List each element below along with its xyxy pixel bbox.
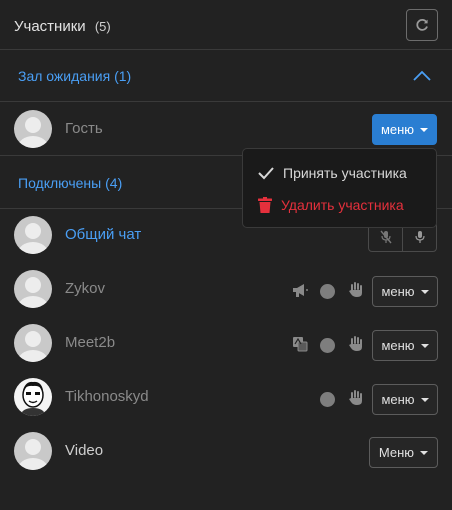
participant-name: Гость xyxy=(65,120,103,137)
menu-button-label: меню xyxy=(380,122,415,137)
caret-down-icon xyxy=(420,343,429,348)
participant-name: Video xyxy=(65,442,104,459)
menu-button-label: меню xyxy=(381,392,415,407)
hand-icon xyxy=(349,336,362,351)
menu-button-label: Меню xyxy=(378,445,415,460)
mic-icon xyxy=(414,231,425,243)
refresh-icon xyxy=(416,18,428,31)
status-dot xyxy=(320,392,335,407)
status-dot xyxy=(320,284,335,299)
waiting-room-title: Зал ожидания (1) xyxy=(18,68,132,84)
participant-dropdown-menu: Принять участника Удалить участника xyxy=(242,148,437,228)
participant-name: Zykov xyxy=(65,280,106,297)
caret-down-icon xyxy=(420,397,429,402)
avatar xyxy=(14,216,52,254)
chevron-up-icon[interactable] xyxy=(412,66,432,86)
accept-participant-label: Принять участника xyxy=(283,165,407,181)
list-item-zykov: Zykov меню xyxy=(0,262,452,316)
list-item-video: Video Меню xyxy=(0,424,452,478)
participants-title: Участники (5) xyxy=(14,18,111,35)
list-item-tikhonoskyd: Tikhonoskyd меню xyxy=(0,370,452,424)
participants-header: Участники (5) xyxy=(0,0,452,50)
meet2b-menu-button[interactable]: меню xyxy=(372,330,438,361)
caret-down-icon xyxy=(420,450,429,455)
zykov-menu-button[interactable]: меню xyxy=(372,276,438,307)
avatar xyxy=(14,270,52,308)
remove-participant-label: Удалить участника xyxy=(281,197,404,213)
mic-off-icon xyxy=(379,230,392,244)
remove-participant-item[interactable]: Удалить участника xyxy=(258,197,404,213)
hand-icon xyxy=(349,390,362,405)
megaphone-icon xyxy=(293,284,308,297)
menu-button-label: меню xyxy=(381,338,415,353)
avatar xyxy=(14,432,52,470)
guest-menu-button[interactable]: меню xyxy=(372,114,437,145)
list-item-meet2b: Meet2b меню xyxy=(0,316,452,370)
trash-icon xyxy=(258,197,272,213)
participant-name: Meet2b xyxy=(65,334,116,351)
participant-name: Общий чат xyxy=(65,226,142,243)
participants-title-label: Участники xyxy=(14,18,86,35)
connected-title: Подключены (4) xyxy=(18,175,123,191)
tikhonoskyd-menu-button[interactable]: меню xyxy=(372,384,438,415)
avatar xyxy=(14,324,52,362)
avatar xyxy=(14,378,52,416)
hand-icon xyxy=(349,282,362,297)
accept-participant-item[interactable]: Принять участника xyxy=(258,165,407,181)
caret-down-icon xyxy=(420,127,429,132)
check-icon xyxy=(258,167,274,180)
video-menu-button[interactable]: Меню xyxy=(369,437,438,468)
status-dot xyxy=(320,338,335,353)
participant-name: Tikhonoskyd xyxy=(65,388,149,405)
translate-icon xyxy=(293,337,308,352)
menu-button-label: меню xyxy=(381,284,415,299)
caret-down-icon xyxy=(420,289,429,294)
avatar xyxy=(14,110,52,148)
waiting-room-header[interactable]: Зал ожидания (1) xyxy=(0,50,452,102)
participants-count: (5) xyxy=(94,19,111,34)
refresh-button[interactable] xyxy=(406,9,438,41)
